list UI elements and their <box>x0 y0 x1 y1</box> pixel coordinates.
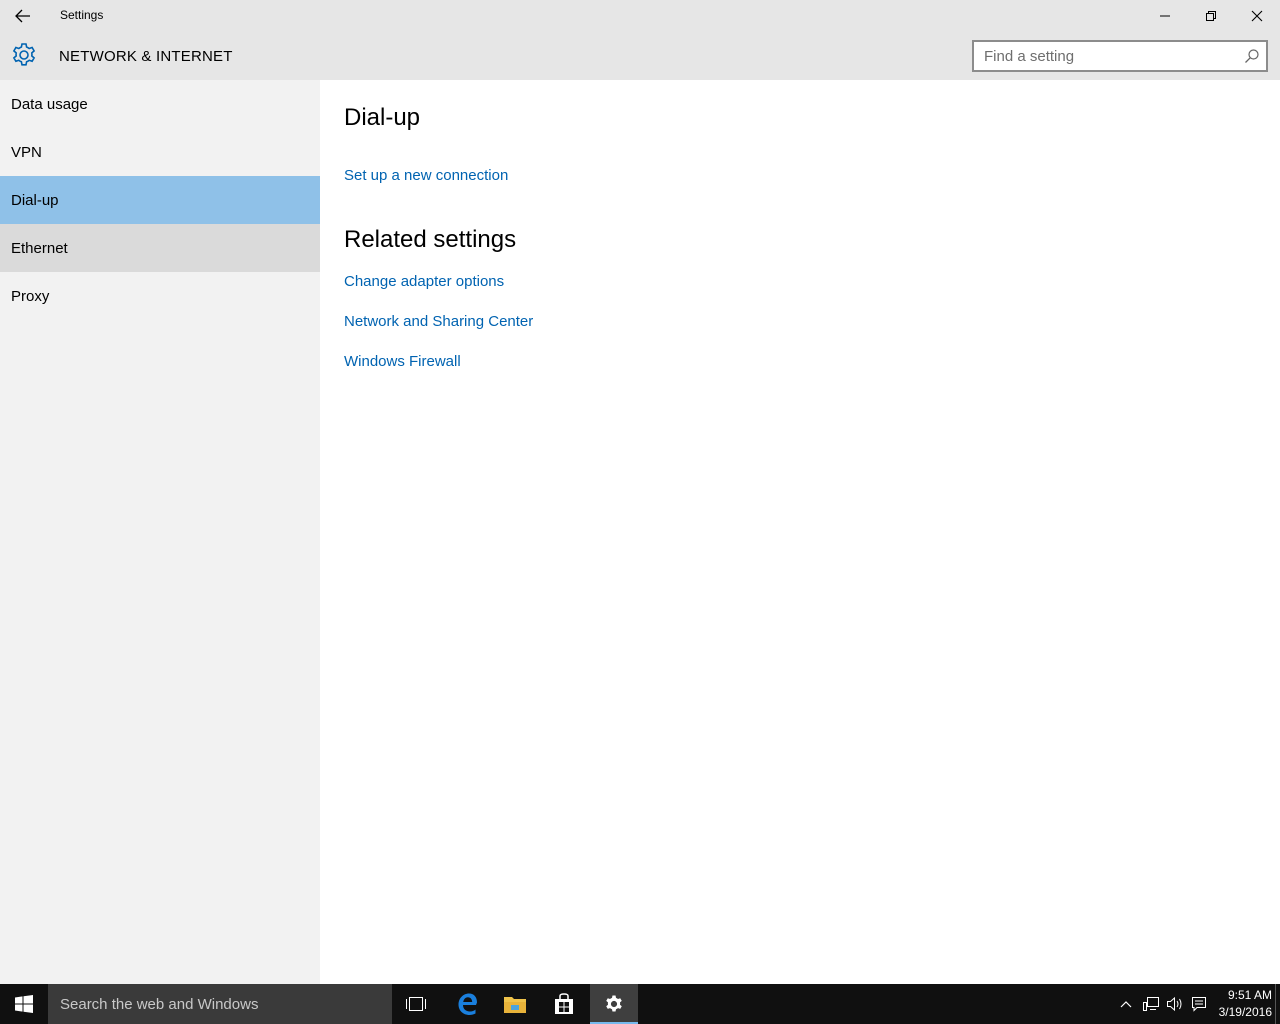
search-icon[interactable] <box>1244 48 1260 64</box>
task-view-button[interactable] <box>392 984 440 1024</box>
network-tray-button[interactable] <box>1141 994 1161 1014</box>
speaker-icon <box>1167 996 1182 1012</box>
sidebar-item-dial-up[interactable]: Dial-up <box>0 176 320 224</box>
section-title: NETWORK & INTERNET <box>59 48 233 65</box>
windows-firewall-link[interactable]: Windows Firewall <box>344 353 461 370</box>
sidebar-item-ethernet[interactable]: Ethernet <box>0 224 320 272</box>
sidebar: Data usage VPN Dial-up Ethernet Proxy <box>0 80 320 984</box>
store-icon <box>555 993 573 1014</box>
clock-time: 9:51 AM <box>1227 988 1272 1002</box>
title-bar: Settings <box>0 0 1280 32</box>
window-title: Settings <box>60 8 104 22</box>
search-box[interactable] <box>972 40 1268 72</box>
task-view-icon <box>406 997 426 1011</box>
settings-header: NETWORK & INTERNET <box>0 32 1280 80</box>
taskbar-clock[interactable]: 9:51 AM 3/19/2016 <box>1212 987 1272 1021</box>
main-content: Dial-up Set up a new connection Related … <box>320 80 1280 984</box>
close-icon <box>1251 10 1263 22</box>
notification-icon <box>1192 997 1206 1012</box>
page-title: Dial-up <box>344 104 421 131</box>
network-sharing-center-link[interactable]: Network and Sharing Center <box>344 313 533 330</box>
close-button[interactable] <box>1234 0 1280 32</box>
edge-button[interactable] <box>443 984 491 1024</box>
file-explorer-button[interactable] <box>491 984 539 1024</box>
folder-icon <box>504 997 526 1013</box>
volume-tray-button[interactable] <box>1165 994 1185 1014</box>
windows-logo-icon <box>15 995 33 1013</box>
taskbar-search-text: Search the web and Windows <box>60 996 259 1013</box>
show-hidden-icons-button[interactable] <box>1116 994 1136 1014</box>
taskbar-search-box[interactable]: Search the web and Windows <box>48 984 392 1024</box>
restore-icon <box>1206 11 1216 21</box>
show-desktop-button[interactable] <box>1275 984 1276 1024</box>
gear-icon <box>12 43 36 66</box>
setup-new-connection-link[interactable]: Set up a new connection <box>344 167 508 184</box>
back-button[interactable] <box>0 0 46 32</box>
taskbar: Search the web and Windows 9:51 AM 3/19/… <box>0 984 1280 1024</box>
store-button[interactable] <box>540 984 588 1024</box>
restore-button[interactable] <box>1188 0 1234 32</box>
minimize-icon <box>1160 15 1170 17</box>
change-adapter-options-link[interactable]: Change adapter options <box>344 273 504 290</box>
edge-icon <box>458 993 477 1015</box>
clock-date: 3/19/2016 <box>1218 1005 1272 1019</box>
minimize-button[interactable] <box>1142 0 1188 32</box>
settings-taskbar-button[interactable] <box>590 984 638 1024</box>
sidebar-item-proxy[interactable]: Proxy <box>0 272 320 320</box>
chevron-up-icon <box>1120 1001 1132 1008</box>
settings-gear-icon <box>606 995 622 1012</box>
start-button[interactable] <box>0 984 48 1024</box>
sidebar-item-data-usage[interactable]: Data usage <box>0 80 320 128</box>
related-settings-heading: Related settings <box>344 226 517 253</box>
sidebar-item-vpn[interactable]: VPN <box>0 128 320 176</box>
search-input[interactable] <box>974 42 1234 70</box>
action-center-button[interactable] <box>1189 994 1209 1014</box>
back-arrow-icon <box>15 9 30 23</box>
network-icon <box>1143 997 1159 1011</box>
